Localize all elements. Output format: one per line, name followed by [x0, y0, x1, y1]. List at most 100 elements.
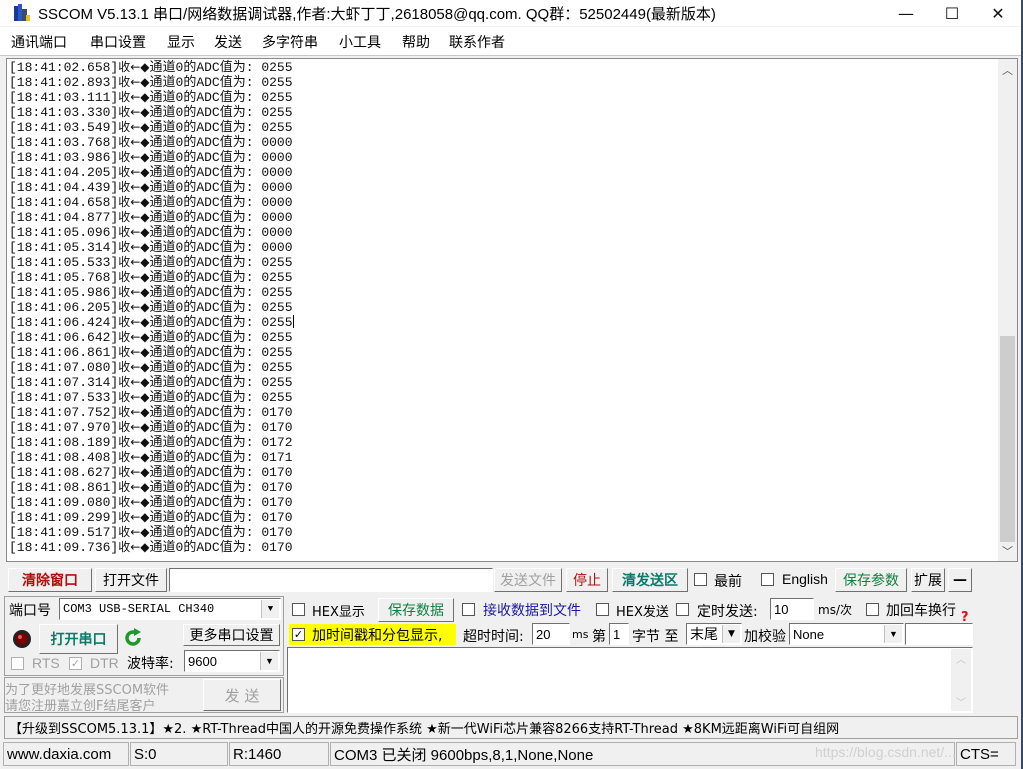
- port-select[interactable]: COM3 USB-SERIAL CH340 ▼: [59, 598, 281, 620]
- receive-arrow-icon: 收←◆: [118, 495, 150, 509]
- clear-window-button[interactable]: 清除窗口: [8, 568, 92, 592]
- open-port-button[interactable]: 打开串口: [39, 624, 118, 654]
- send-scrollbar[interactable]: ︿ ﹀: [951, 649, 971, 711]
- log-message: 通道0的ADC值为:: [149, 90, 262, 105]
- log-timestamp: [18:41:06.861]: [9, 345, 119, 360]
- menu-comm-port[interactable]: 通讯端口: [11, 32, 67, 52]
- timed-send-checkbox[interactable]: [676, 603, 689, 616]
- maximize-button[interactable]: ☐: [929, 0, 975, 26]
- open-file-button[interactable]: 打开文件: [95, 568, 167, 592]
- chevron-down-icon: ▼: [261, 600, 279, 618]
- recv-to-file-checkbox[interactable]: [462, 603, 475, 616]
- status-website[interactable]: www.daxia.com: [3, 742, 129, 766]
- log-timestamp: [18:41:05.314]: [9, 240, 119, 255]
- close-button[interactable]: ✕: [975, 0, 1021, 26]
- receive-arrow-icon: 收←◆: [118, 390, 150, 404]
- log-timestamp: [18:41:02.658]: [9, 60, 119, 75]
- log-adc-value: 0171: [261, 450, 293, 465]
- byte-to-select[interactable]: 末尾 ▼: [686, 623, 742, 645]
- send-textarea[interactable]: [287, 647, 973, 713]
- receive-arrow-icon: 收←◆: [118, 300, 150, 314]
- send-button[interactable]: 发 送: [203, 679, 281, 711]
- scroll-down-icon[interactable]: ﹀: [998, 542, 1017, 559]
- clear-send-button[interactable]: 清发送区: [612, 568, 688, 592]
- receive-arrow-icon: 收←◆: [118, 480, 150, 494]
- log-line: [18:41:05.533]收←◆通道0的ADC值为: 0255: [9, 255, 294, 270]
- file-path-input[interactable]: [169, 568, 493, 592]
- collapse-button[interactable]: —: [948, 568, 972, 592]
- log-adc-value: 0170: [261, 540, 293, 555]
- scroll-up-icon[interactable]: ︿: [951, 651, 971, 666]
- receive-arrow-icon: 收←◆: [118, 540, 150, 554]
- news-marquee[interactable]: 【升级到SSCOM5.13.1】★2. ★RT-Thread中国人的开源免费操作…: [4, 716, 1018, 739]
- save-params-button[interactable]: 保存参数: [835, 568, 907, 592]
- english-checkbox[interactable]: [761, 573, 774, 586]
- log-line: [18:41:04.439]收←◆通道0的ADC值为: 0000: [9, 180, 294, 195]
- scroll-down-icon[interactable]: ﹀: [951, 694, 971, 709]
- log-line: [18:41:07.970]收←◆通道0的ADC值为: 0170: [9, 420, 294, 435]
- checksum-value: None: [793, 626, 825, 642]
- log-timestamp: [18:41:09.736]: [9, 540, 119, 555]
- receive-arrow-icon: 收←◆: [118, 225, 150, 239]
- expand-button[interactable]: 扩展: [911, 568, 945, 592]
- log-message: 通道0的ADC值为:: [149, 495, 262, 510]
- menu-send[interactable]: 发送: [214, 32, 242, 52]
- save-data-button[interactable]: 保存数据: [378, 598, 454, 622]
- log-adc-value: 0170: [261, 465, 293, 480]
- dtr-label: DTR: [90, 655, 119, 671]
- recv-to-file-label[interactable]: 接收数据到文件: [483, 600, 581, 620]
- timeout-input[interactable]: 20: [532, 623, 570, 645]
- status-received-count: R:1460: [229, 742, 329, 766]
- more-serial-settings-button[interactable]: 更多串口设置: [183, 624, 280, 646]
- menu-serial-settings[interactable]: 串口设置: [90, 32, 146, 52]
- log-message: 通道0的ADC值为:: [149, 210, 262, 225]
- menu-tools[interactable]: 小工具: [339, 32, 381, 52]
- log-adc-value: 0255: [261, 360, 293, 375]
- timestamp-checkbox[interactable]: ✓: [292, 628, 305, 641]
- minimize-button[interactable]: —: [883, 0, 929, 26]
- receive-arrow-icon: 收←◆: [118, 435, 150, 449]
- baud-select[interactable]: 9600 ▼: [184, 650, 280, 672]
- menu-multi-string[interactable]: 多字符串: [262, 32, 318, 52]
- dtr-checkbox[interactable]: ✓: [69, 657, 82, 670]
- log-message: 通道0的ADC值为:: [149, 540, 262, 555]
- hex-send-checkbox[interactable]: [596, 603, 609, 616]
- log-timestamp: [18:41:08.408]: [9, 450, 119, 465]
- send-file-button[interactable]: 发送文件: [494, 568, 562, 592]
- checksum-select[interactable]: None ▼: [789, 623, 904, 645]
- receive-textarea[interactable]: [18:41:02.658]收←◆通道0的ADC值为: 0255 [18:41:0…: [6, 58, 1018, 562]
- chevron-down-icon: ▼: [260, 652, 278, 670]
- menu-display[interactable]: 显示: [167, 32, 195, 52]
- log-line: [18:41:03.986]收←◆通道0的ADC值为: 0000: [9, 150, 294, 165]
- log-timestamp: [18:41:04.877]: [9, 210, 119, 225]
- baud-select-value: 9600: [188, 653, 217, 669]
- title-bar: SSCOM V5.13.1 串口/网络数据调试器,作者:大虾丁丁,2618058…: [0, 0, 1021, 26]
- log-line: [18:41:03.111]收←◆通道0的ADC值为: 0255: [9, 90, 294, 105]
- interval-input[interactable]: 10: [770, 598, 814, 620]
- timed-send-label: 定时发送:: [697, 604, 758, 620]
- menu-help[interactable]: 帮助: [402, 32, 430, 52]
- log-message: 通道0的ADC值为:: [149, 375, 262, 390]
- receive-arrow-icon: 收←◆: [118, 285, 150, 299]
- add-crlf-checkbox[interactable]: [866, 603, 879, 616]
- receive-arrow-icon: 收←◆: [118, 165, 150, 179]
- receive-arrow-icon: 收←◆: [118, 75, 150, 89]
- refresh-icon[interactable]: [122, 627, 144, 649]
- menu-contact-author[interactable]: 联系作者: [449, 32, 505, 52]
- log-line: [18:41:08.861]收←◆通道0的ADC值为: 0170: [9, 480, 294, 495]
- log-line: [18:41:07.314]收←◆通道0的ADC值为: 0255: [9, 375, 294, 390]
- scroll-thumb[interactable]: [1000, 336, 1015, 542]
- rts-checkbox[interactable]: [11, 657, 24, 670]
- receive-scrollbar[interactable]: ︿ ﹀: [998, 59, 1017, 561]
- stop-button[interactable]: 停止: [566, 568, 608, 592]
- hex-display-checkbox[interactable]: [292, 603, 305, 616]
- log-message: 通道0的ADC值为:: [149, 165, 262, 180]
- news-text: 【升级到SSCOM5.13.1】★2. ★RT-Thread中国人的开源免费操作…: [9, 722, 840, 737]
- checksum-extra-input[interactable]: [905, 623, 973, 645]
- log-line: [18:41:09.517]收←◆通道0的ADC值为: 0170: [9, 525, 294, 540]
- app-icon: [14, 4, 30, 21]
- topmost-checkbox[interactable]: [694, 573, 707, 586]
- byte-from-input[interactable]: 1: [609, 623, 629, 645]
- log-timestamp: [18:41:03.330]: [9, 105, 119, 120]
- scroll-up-icon[interactable]: ︿: [998, 61, 1017, 78]
